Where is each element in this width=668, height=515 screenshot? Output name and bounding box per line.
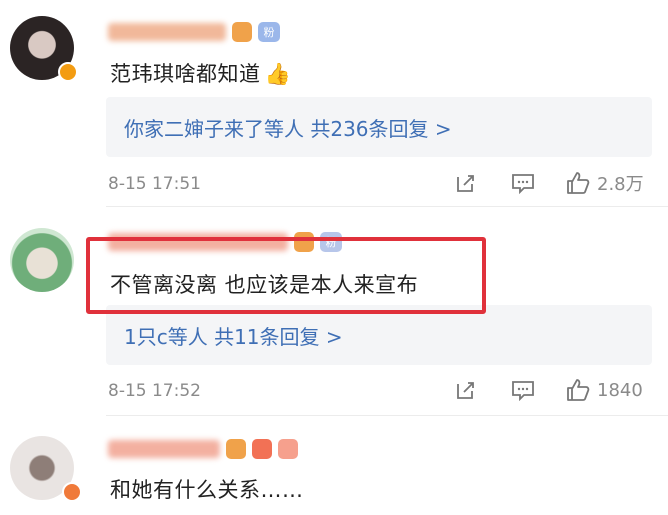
username-row[interactable]: 粉 [108,19,280,45]
verified-icon [62,482,82,502]
share-button[interactable] [455,172,477,194]
thumbs-up-icon: 👍 [264,62,292,86]
like-button[interactable]: 2.8万 [565,170,644,196]
comment-1: 粉 范玮琪啥都知道 👍 你家二婶子来了等人 共236条回复 > 8-15 17:5… [0,0,668,205]
share-icon [457,382,474,399]
avatar[interactable] [10,228,74,292]
username-blurred [108,23,226,41]
thumbs-up-outline-icon [567,172,590,194]
highlight-box [86,237,486,314]
verified-icon [58,62,78,82]
share-icon [457,175,474,192]
reply-summary[interactable]: 你家二婶子来了等人 共236条回复 > [106,97,652,157]
comment-button[interactable] [511,172,535,194]
comment-text: 范玮琪啥都知道 👍 [110,62,292,86]
like-count: 1840 [597,379,643,401]
member-badge-icon [278,439,298,459]
comment-3: 和她有什么关系…… [0,416,668,515]
comment-icon [512,174,534,194]
username-row[interactable] [108,436,298,462]
reply-summary-link[interactable]: 你家二婶子来了等人 共236条回复 > [124,113,452,142]
comment-icon [512,381,534,401]
fans-badge-icon: 粉 [258,22,280,42]
timestamp: 8-15 17:52 [108,381,201,401]
like-count: 2.8万 [597,174,644,195]
username-blurred [108,440,220,458]
vip-badge-icon [252,439,272,459]
like-button[interactable]: 1840 [565,377,643,403]
timestamp: 8-15 17:51 [108,174,201,194]
comment-text: 和她有什么关系…… [110,478,304,502]
level-badge-icon [226,439,246,459]
thumbs-up-outline-icon [567,379,590,401]
reply-summary-link[interactable]: 1只c等人 共11条回复 > [124,321,343,350]
comment-button[interactable] [511,379,535,401]
reply-summary[interactable]: 1只c等人 共11条回复 > [106,305,652,365]
share-button[interactable] [455,379,477,401]
level-badge-icon [232,22,252,42]
